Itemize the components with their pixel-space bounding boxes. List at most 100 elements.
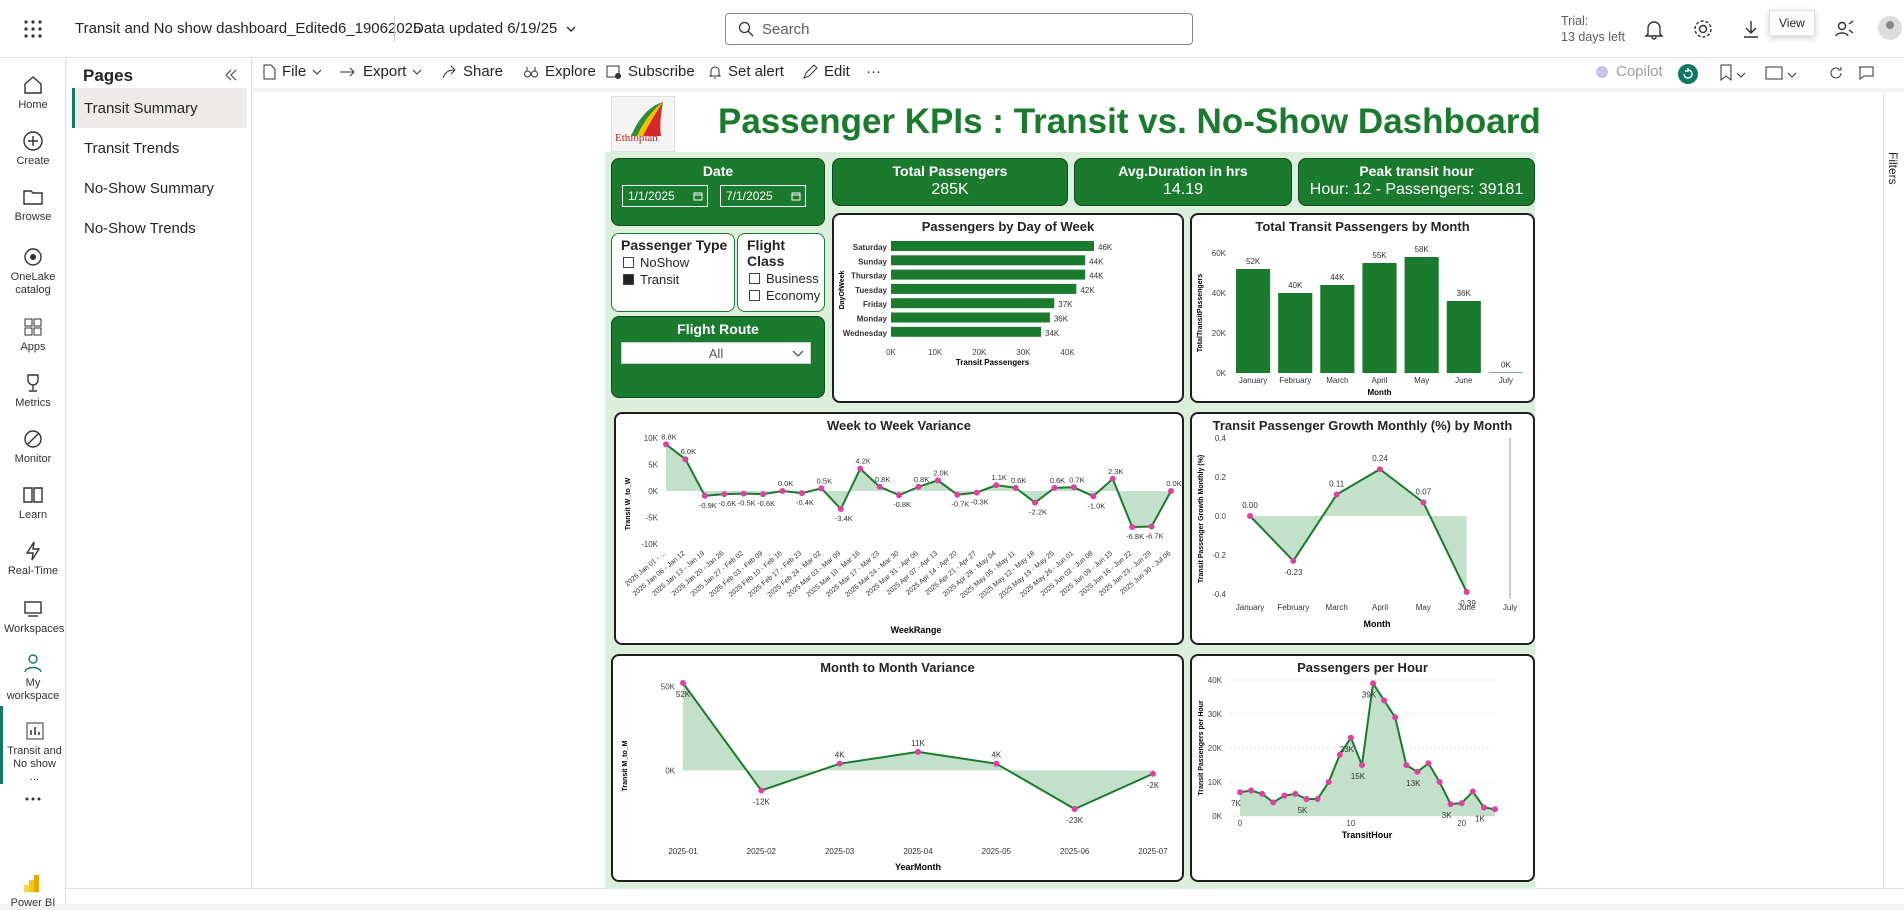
- report-name[interactable]: Transit and No show dashboard_Edited6_19…: [75, 20, 421, 37]
- search-input[interactable]: Search: [762, 21, 810, 38]
- x-tick-label: 0: [1238, 819, 1243, 828]
- collapse-pane-icon[interactable]: [219, 64, 241, 86]
- chart-week-variance[interactable]: Week to Week Variance -10K -5K 0K 5K 10K 8.8K…: [614, 412, 1184, 645]
- refresh-visuals-icon[interactable]: [1677, 63, 1699, 85]
- copilot-button[interactable]: Copilot: [1594, 63, 1663, 80]
- chevron-down-icon[interactable]: [1736, 70, 1746, 80]
- checkbox-noshow[interactable]: NoShow: [623, 255, 734, 270]
- x-tick-label: 40K: [1060, 348, 1075, 357]
- bell-icon[interactable]: [1641, 16, 1667, 42]
- share-icon: [442, 65, 456, 78]
- subscribe-button[interactable]: Subscribe: [606, 63, 695, 80]
- data-point: [740, 490, 747, 497]
- edit-button[interactable]: Edit: [802, 63, 850, 80]
- data-label: 2.0K: [933, 468, 948, 477]
- flight-route-slicer: Flight Route All: [611, 316, 825, 398]
- nav-plus[interactable]: Create: [0, 116, 66, 168]
- data-label: -0.5K: [738, 499, 756, 508]
- chart-growth-monthly[interactable]: Transit Passenger Growth Monthly (%) by …: [1190, 412, 1535, 645]
- chart-month-variance[interactable]: Month to Month Variance 0K 50K 52K 2025-01-…: [611, 654, 1184, 882]
- data-label: 2.3K: [1108, 467, 1123, 476]
- data-label: 44K: [1089, 272, 1104, 281]
- more-options-button[interactable]: ···: [866, 63, 881, 80]
- monitor-icon: [24, 430, 42, 448]
- export-menu[interactable]: Export: [339, 63, 422, 80]
- data-point: [1148, 523, 1155, 530]
- powerbi-logo: [24, 875, 39, 892]
- x-axis-label: Month: [1364, 619, 1391, 629]
- date-start-input[interactable]: 1/1/2025: [622, 185, 708, 207]
- nav-label: Browse: [14, 211, 52, 223]
- nav-powerbi[interactable]: Power BI: [0, 858, 66, 910]
- y-tick-label: -5K: [646, 514, 659, 523]
- data-point: [1032, 499, 1039, 506]
- dropdown-value: All: [708, 346, 724, 361]
- filters-pane-collapsed[interactable]: Filters: [1883, 92, 1904, 888]
- flight-route-dropdown[interactable]: All: [621, 342, 811, 364]
- nav-more[interactable]: [0, 774, 66, 813]
- share-people-icon[interactable]: [1832, 16, 1858, 42]
- area-fill: [1240, 683, 1495, 816]
- data-label: 0.6K: [1011, 476, 1026, 485]
- data-label: 7K: [1231, 799, 1241, 808]
- x-tick-label: 20: [1457, 819, 1466, 828]
- x-tick-label: May: [1414, 376, 1429, 385]
- nav-report[interactable]: Transit and No show ...: [0, 706, 66, 784]
- nav-onelake[interactable]: OneLake catalog: [0, 232, 66, 297]
- data-point: [663, 441, 669, 448]
- refresh-icon[interactable]: [1828, 65, 1844, 81]
- share-button[interactable]: Share: [441, 63, 503, 80]
- data-label: 46K: [1098, 243, 1113, 252]
- explore-button[interactable]: Explore: [523, 63, 596, 80]
- data-label: -0.3K: [971, 498, 989, 507]
- chart-passengers-per-hour[interactable]: Passengers per Hour 0K 10K 20K 30K 40K 7K 5K 23…: [1190, 654, 1535, 882]
- nav-folder[interactable]: Browse: [0, 172, 66, 224]
- data-updated-dropdown[interactable]: Data updated 6/19/25: [413, 20, 577, 37]
- set-alert-button[interactable]: Set alert: [708, 63, 784, 80]
- avatar[interactable]: [1876, 14, 1904, 42]
- nav-monitor[interactable]: Monitor: [0, 414, 66, 466]
- download-icon[interactable]: [1738, 16, 1764, 42]
- data-label: -12K: [753, 798, 771, 807]
- chevron-down-icon: [413, 69, 422, 75]
- bar: [1488, 372, 1523, 373]
- view-icon[interactable]: [1765, 66, 1783, 80]
- data-point: [779, 488, 786, 494]
- gear-icon[interactable]: [1690, 16, 1716, 42]
- data-point: [1392, 714, 1399, 721]
- file-menu[interactable]: File: [262, 63, 322, 80]
- search-box[interactable]: Search: [725, 13, 1193, 45]
- y-tick-label: Tuesday: [855, 286, 887, 295]
- nav-apps[interactable]: Apps: [0, 302, 66, 354]
- page-tab-transit-trends[interactable]: Transit Trends: [72, 128, 247, 168]
- comment-icon[interactable]: [1858, 65, 1874, 81]
- export-icon: [340, 67, 355, 76]
- nav-workspaces[interactable]: Workspaces: [0, 584, 66, 636]
- bookmark-icon[interactable]: [1719, 64, 1733, 82]
- checkbox-business[interactable]: Business: [749, 271, 824, 286]
- page-tab-no-show-summary[interactable]: No-Show Summary: [72, 168, 247, 208]
- nav-lightning[interactable]: Real-Time: [0, 526, 66, 578]
- checkbox-economy[interactable]: Economy: [749, 288, 824, 303]
- x-axis-label: Month: [1368, 388, 1392, 397]
- nav-book[interactable]: Learn: [0, 470, 66, 522]
- chart-by-month[interactable]: Total Transit Passengers by Month 0K 20K 4…: [1190, 213, 1535, 403]
- data-point: [682, 456, 689, 463]
- date-end-input[interactable]: 7/1/2025: [720, 185, 806, 207]
- nav-trophy[interactable]: Metrics: [0, 358, 66, 410]
- page-tab-no-show-trends[interactable]: No-Show Trends: [72, 208, 247, 248]
- nav-home[interactable]: Home: [0, 60, 66, 112]
- subscribe-icon: [606, 65, 621, 79]
- chart-day-of-week[interactable]: Passengers by Day of Week Saturday 46K Sun…: [832, 213, 1184, 403]
- data-label: -0.6K: [757, 499, 775, 508]
- data-point: [1070, 484, 1077, 491]
- x-tick-label: March: [1326, 376, 1348, 385]
- nav-person[interactable]: My workspace: [0, 638, 66, 703]
- app-launcher-icon[interactable]: [22, 18, 44, 40]
- data-point: [721, 491, 728, 498]
- bar: [891, 312, 1050, 323]
- page-tab-transit-summary[interactable]: Transit Summary: [72, 88, 247, 128]
- checkbox-transit[interactable]: Transit: [623, 272, 734, 287]
- chevron-down-icon[interactable]: [1787, 70, 1797, 80]
- data-label: 37K: [1058, 300, 1073, 309]
